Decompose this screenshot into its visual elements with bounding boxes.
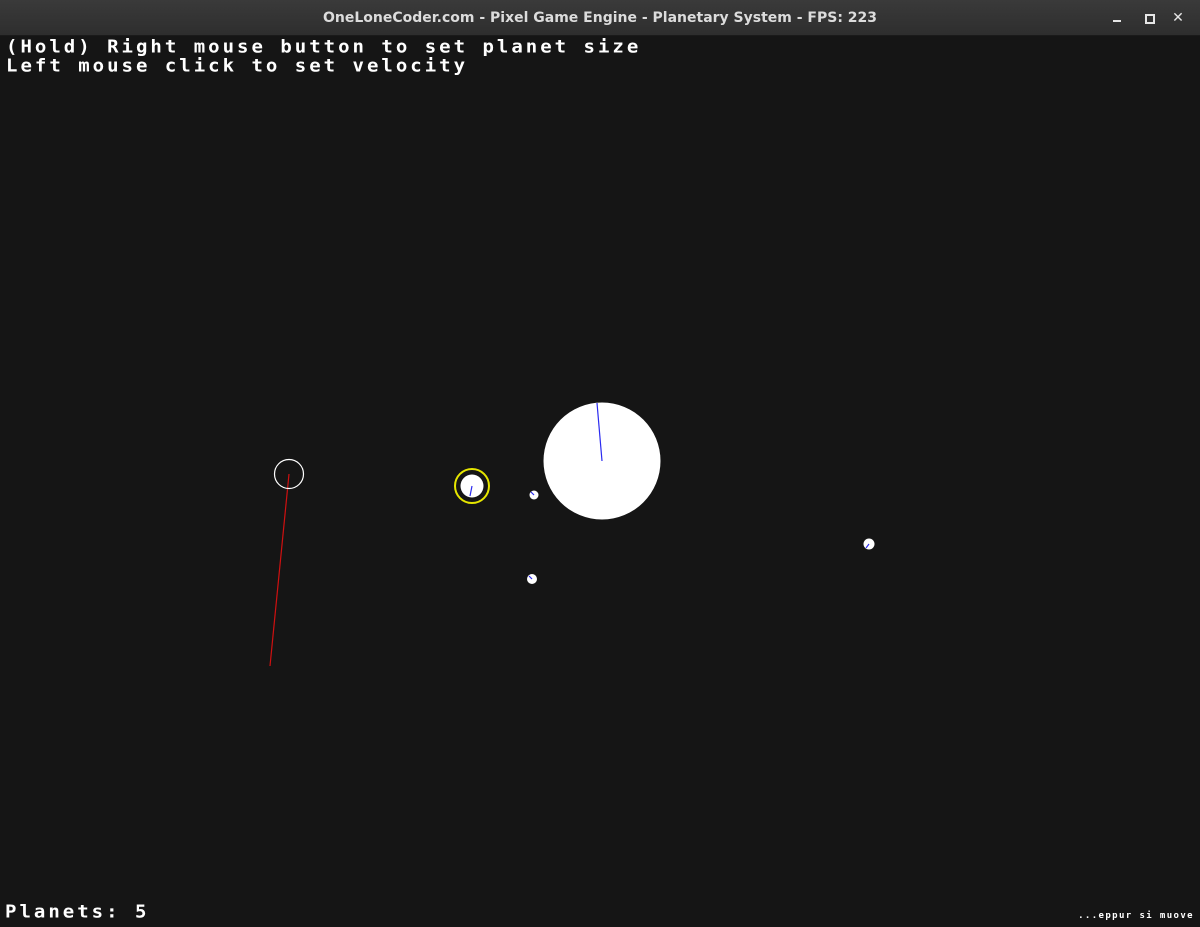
central-planet[interactable]	[543, 402, 661, 520]
instruction-size: (Hold) Right mouse button to set planet …	[6, 36, 642, 57]
instruction-velocity: Left mouse click to set velocity	[6, 55, 469, 76]
maximize-button[interactable]	[1138, 7, 1160, 29]
title-bar[interactable]: OneLoneCoder.com - Pixel Game Engine - P…	[0, 0, 1200, 36]
motto-text: ...eppur si muove	[1078, 911, 1194, 921]
planetary-scene[interactable]	[0, 36, 1200, 927]
placement-velocity-line	[269, 473, 290, 667]
selected-planet[interactable]	[454, 468, 490, 504]
small-planet[interactable]	[529, 490, 539, 500]
game-window: OneLoneCoder.com - Pixel Game Engine - P…	[0, 0, 1200, 927]
small-planet[interactable]	[863, 538, 875, 550]
close-icon: ✕	[1172, 10, 1184, 26]
minimize-button[interactable]	[1106, 7, 1128, 29]
minimize-icon	[1113, 20, 1121, 22]
game-canvas[interactable]: (Hold) Right mouse button to set planet …	[0, 36, 1200, 927]
placement-preview	[269, 458, 305, 667]
planet-count: Planets: 5	[5, 901, 150, 922]
close-button[interactable]: ✕	[1167, 7, 1189, 29]
small-planet[interactable]	[527, 574, 537, 584]
maximize-icon	[1145, 14, 1155, 24]
window-title: OneLoneCoder.com - Pixel Game Engine - P…	[322, 10, 878, 26]
